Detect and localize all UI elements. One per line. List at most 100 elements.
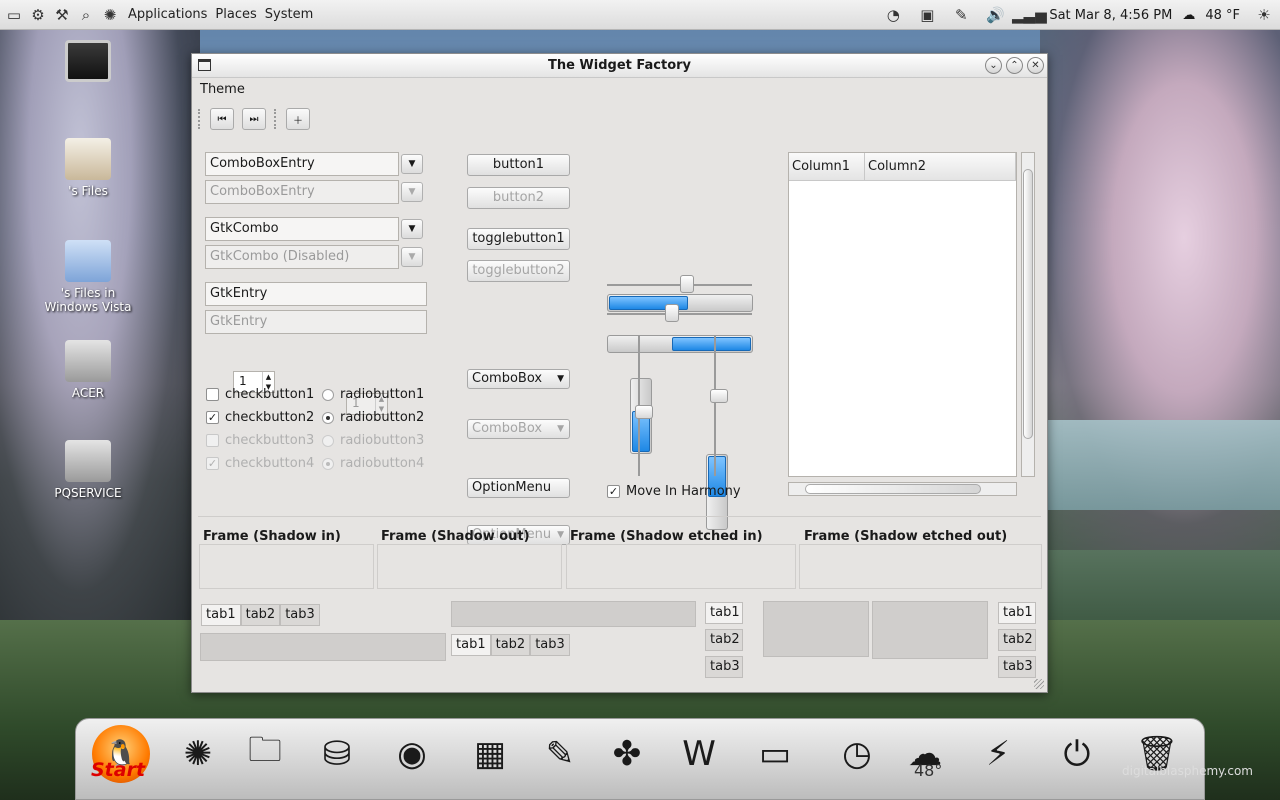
checkbox-unchecked-icon[interactable] (206, 388, 219, 401)
window-thumbnail-icon[interactable]: ▭ (746, 725, 804, 783)
skip-forward-button[interactable]: ⏭ (242, 108, 266, 130)
network-icon[interactable]: ▣ (917, 5, 937, 25)
desktop-icon-pqservice[interactable]: PQSERVICE (38, 440, 138, 500)
writer-icon[interactable]: W (670, 725, 728, 783)
combobox-entry-dropdown[interactable]: ▼ (401, 154, 423, 174)
maximize-button[interactable]: ⌃ (1006, 57, 1023, 74)
tab-3[interactable]: tab3 (530, 634, 570, 656)
menu-theme[interactable]: Theme (200, 82, 245, 97)
togglebutton1[interactable]: togglebutton1 (467, 228, 570, 250)
tab-3[interactable]: tab3 (998, 656, 1036, 678)
gear-icon[interactable]: ⚙ (28, 5, 48, 25)
ubuntu-icon[interactable]: ✺ (169, 725, 227, 783)
checkbutton-2[interactable]: ✓ checkbutton2 (206, 410, 314, 425)
combobox-entry[interactable]: ComboBoxEntry (205, 152, 399, 176)
checkbox-checked-icon[interactable]: ✓ (206, 411, 219, 424)
signal-icon[interactable]: ▂▃▅ (1012, 5, 1047, 25)
tab-3[interactable]: tab3 (705, 656, 743, 678)
tab-1[interactable]: tab1 (705, 602, 743, 624)
vscale-1-thumb[interactable] (635, 405, 653, 419)
ubuntu-logo-icon[interactable]: ✺ (100, 5, 120, 25)
tree-view[interactable]: Column1 Column2 (788, 152, 1017, 477)
start-label[interactable]: Start (91, 759, 145, 781)
power-icon[interactable]: ⏻ (1048, 725, 1106, 783)
desktop-icon-label: ACER (71, 386, 105, 400)
gtk-entry[interactable]: GtkEntry (205, 282, 427, 306)
tree-column-1[interactable]: Column1 (789, 153, 865, 181)
desktop-icon-computer[interactable] (38, 40, 138, 86)
tab-1[interactable]: tab1 (451, 634, 491, 656)
search-icon[interactable]: ⌕ (76, 5, 96, 25)
folder-icon[interactable]: 🗀 (236, 725, 294, 783)
battery-icon[interactable]: ⚡ (969, 725, 1027, 783)
tree-vscrollbar-thumb[interactable] (1023, 169, 1033, 439)
tab-2[interactable]: tab2 (998, 629, 1036, 651)
checkbutton-1[interactable]: checkbutton1 (206, 387, 314, 402)
clock[interactable]: Sat Mar 8, 4:56 PM (1049, 8, 1172, 23)
tab-1[interactable]: tab1 (201, 604, 241, 626)
calculator-icon[interactable]: ▦ (461, 725, 519, 783)
hscale-2-thumb[interactable] (665, 304, 679, 322)
radiobutton-1[interactable]: radiobutton1 (322, 387, 424, 402)
weather-temp[interactable]: 48 °F (1205, 8, 1240, 23)
radio-unselected-icon[interactable] (322, 388, 334, 401)
checkbox-checked-icon[interactable]: ✓ (607, 485, 620, 498)
vscale-2-thumb[interactable] (710, 389, 728, 403)
update-icon[interactable]: ◔ (883, 5, 903, 25)
watermark: digitalblasphemy.com (1122, 764, 1253, 778)
tree-hscrollbar[interactable] (788, 482, 1017, 496)
tree-column-2[interactable]: Column2 (865, 153, 1016, 181)
desktop-icon-acer[interactable]: ACER (38, 340, 138, 400)
resize-grip[interactable] (1034, 679, 1044, 689)
notebook-top-pane (200, 633, 446, 661)
close-button[interactable]: ✕ (1027, 57, 1044, 74)
desktop-icon-vista-files[interactable]: 's Files in Windows Vista (38, 240, 138, 314)
tab-2[interactable]: tab2 (490, 634, 531, 656)
toolbar-separator (274, 109, 278, 129)
combobox[interactable]: ComboBox ▼ (467, 369, 570, 389)
text-editor-icon[interactable]: ✎ (531, 725, 589, 783)
notebook-left-tabs: tab1 tab2 tab3 (705, 602, 743, 678)
titlebar[interactable]: The Widget Factory ⌄ ⌃ ✕ (192, 54, 1047, 78)
desktop-icon-home[interactable]: 's Files (38, 138, 138, 198)
hscale-1-thumb[interactable] (680, 275, 694, 293)
add-button[interactable]: ＋ (286, 108, 310, 130)
gtk-combo-disabled: GtkCombo (Disabled) (205, 245, 399, 269)
option-menu[interactable]: OptionMenu (467, 478, 570, 498)
progress-bar-h2 (607, 335, 753, 353)
menu-applications[interactable]: Applications (128, 7, 207, 22)
tree-vscrollbar[interactable] (1021, 152, 1035, 477)
radio-selected-icon[interactable] (322, 411, 334, 424)
gimp-icon[interactable]: ✤ (598, 725, 656, 783)
tab-2[interactable]: tab2 (705, 629, 743, 651)
weather-icon[interactable]: ☁ (1182, 8, 1195, 23)
button1[interactable]: button1 (467, 154, 570, 176)
tree-hscrollbar-thumb[interactable] (805, 484, 981, 494)
spin-value: 1 (239, 374, 247, 388)
tab-2[interactable]: tab2 (240, 604, 281, 626)
gtk-combo[interactable]: GtkCombo (205, 217, 399, 241)
minimize-button[interactable]: ⌄ (985, 57, 1002, 74)
brightness-icon[interactable]: ☀ (1254, 5, 1274, 25)
tab-3[interactable]: tab3 (280, 604, 320, 626)
notebook-bottom-pane (451, 601, 696, 627)
gtk-combo-dropdown[interactable]: ▼ (401, 219, 423, 239)
tab-1[interactable]: tab1 (998, 602, 1036, 624)
clock-icon[interactable]: ◷ (828, 725, 886, 783)
folder-icon (65, 240, 111, 282)
volume-icon[interactable]: 🔊 (985, 5, 1005, 25)
tools-icon[interactable]: ⚒ (52, 5, 72, 25)
menu-places[interactable]: Places (215, 7, 256, 22)
radiobutton-2[interactable]: radiobutton2 (322, 410, 424, 425)
show-desktop-icon[interactable]: ▭ (4, 5, 24, 25)
checkbutton-4: ✓ checkbutton4 (206, 456, 315, 471)
toolbar-grip[interactable] (198, 109, 202, 129)
skip-back-button[interactable]: ⏮ (210, 108, 234, 130)
frame-shadow-in-label: Frame (Shadow in) (203, 529, 341, 544)
notes-icon[interactable]: ✎ (951, 5, 971, 25)
drive-icon[interactable]: ⛁ (308, 725, 366, 783)
move-in-harmony-check[interactable]: ✓ Move In Harmony (607, 484, 741, 499)
menu-system[interactable]: System (265, 7, 313, 22)
browser-icon[interactable]: ◉ (383, 725, 441, 783)
button2: button2 (467, 187, 570, 209)
